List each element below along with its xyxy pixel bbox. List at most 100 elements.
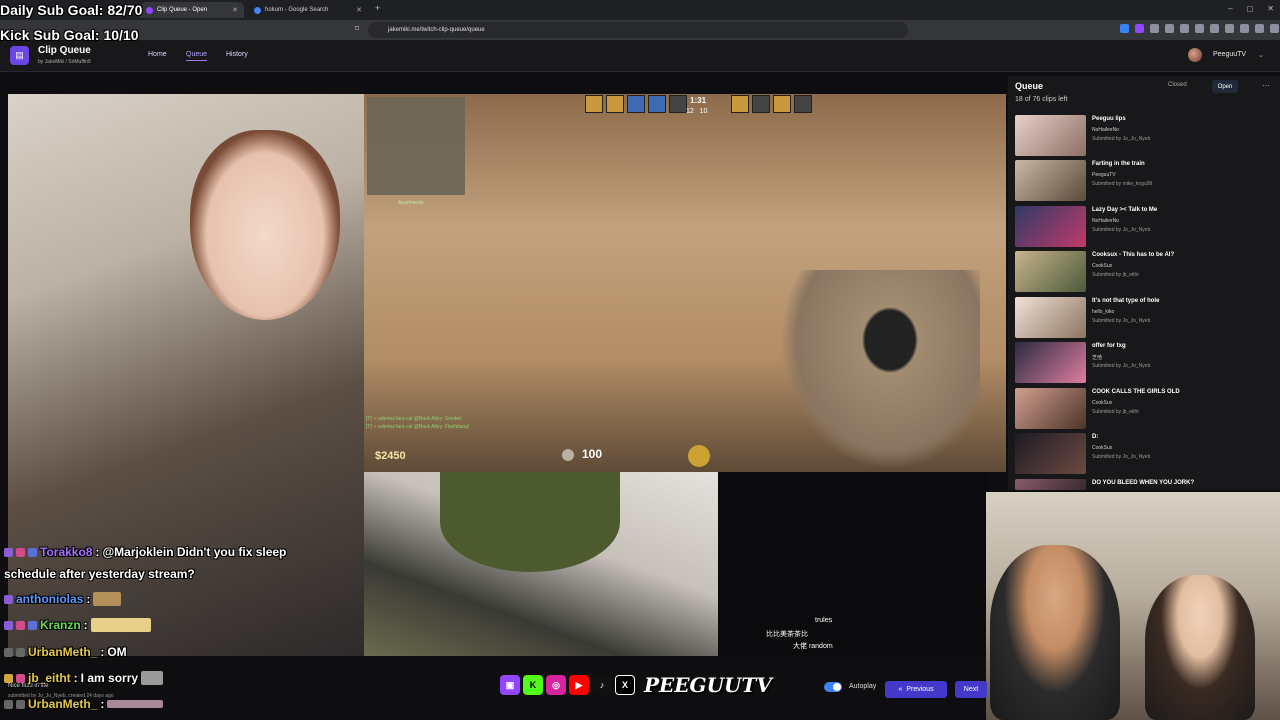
brand-logo: PEEGUUTV [644,673,772,697]
url-field[interactable]: jakemiki.me/twitch-clip-queue/queue [368,22,908,38]
queue-item[interactable]: Farting in the train PeeguuTV Submitted … [1015,160,1275,202]
clip-channel: 芝他 [1092,355,1103,361]
vip-badge-icon [28,620,37,630]
extension-icon[interactable] [1240,24,1249,33]
chevron-down-icon[interactable]: ⌄ [1258,51,1264,59]
kick-sub-goal: Kick Sub Goal: 10/10 [0,27,139,43]
clip-title: Lazy Day >< Talk to Me [1092,207,1158,213]
clip-submitter: Submitted by Jo_Jo_Nyeb [1092,363,1151,369]
queue-item[interactable]: offer for txg 芝他 Submitted by Jo_Jo_Nyeb [1015,342,1275,384]
user-name[interactable]: PeeguuTV [1213,51,1246,58]
queue-title: Queue [1015,81,1044,91]
previous-button[interactable]: « Previous [885,681,947,698]
extension-icon[interactable] [1120,24,1129,33]
instagram-icon: ◎ [546,675,566,695]
minimize-icon[interactable]: – [1228,4,1232,13]
extension-icon[interactable] [1165,24,1174,33]
clip-submitter: Submitted by jb_eitht [1092,409,1139,415]
tab-clip-queue[interactable]: Clip Queue - Open ✕ [140,2,244,18]
app-title: Clip Queue [38,45,91,56]
clip-title: DO YOU BLEED WHEN YOU JORK? [1092,480,1195,486]
chat-text: schedule after yesterday stream? [4,567,195,581]
next-label: Next [963,686,979,693]
nav-queue[interactable]: Queue [186,51,208,61]
chat-username: UrbanMeth_ [28,697,98,711]
queue-item[interactable]: D: CookSux Submitted by Jo_Jo_Nyeb [1015,433,1275,475]
extension-icon[interactable] [1270,24,1279,33]
round-timer: 1:31 [690,96,707,105]
nav-home[interactable]: Home [148,51,167,58]
maximize-icon[interactable]: ◻ [1247,4,1254,13]
clip-title: offer for txg [1092,343,1126,349]
next-button[interactable]: Next [955,681,987,698]
chat-username: anthoniolas [16,592,84,606]
chat-separator: : [83,618,88,632]
queue-item[interactable]: It's not that type of hole hello_kiko Su… [1015,297,1275,339]
daily-sub-goal: Daily Sub Goal: 82/70 [0,2,143,18]
extension-icon[interactable] [1210,24,1219,33]
queue-item[interactable]: Cooksux - This has to be AI? CookSux Sub… [1015,251,1275,293]
bookmark-icon[interactable]: ⌑ [355,24,359,33]
extension-icon[interactable] [1195,24,1204,33]
clip-channel: CookSux [1092,445,1113,451]
score-t: 10 [699,108,708,115]
killfeed-line: [T] » calentul fara cal @Back Alley: Smo… [366,416,462,422]
close-window-icon[interactable]: ✕ [1267,4,1274,13]
player-portrait [752,95,770,113]
extension-icon[interactable] [1225,24,1234,33]
app-subtitle: by JakeMiki / SirMuffin9 [38,59,91,65]
clip-thumbnail [1015,479,1086,490]
clip-submitter: Submitted by mike_kogu99 [1092,181,1153,187]
clip-queue-logo-icon[interactable]: ▤ [10,46,29,65]
queue-count: 18 of 76 clips left [1015,96,1068,103]
health-icon [562,449,574,461]
chat-emote [141,671,164,685]
nav-history[interactable]: History [226,51,248,58]
queue-item[interactable]: COOK CALLS THE GIRLS OLD CookSux Submitt… [1015,388,1275,430]
chat-username: Kranzn [40,618,81,632]
new-tab-icon[interactable]: + [375,3,380,13]
clip-channel: NoHaileeNo [1092,127,1119,133]
player-portrait [794,95,812,113]
clip-thumbnail [1015,115,1086,156]
clip-title: Farting in the train [1092,161,1145,167]
chat-text: OM [107,645,127,659]
queue-closed-button[interactable]: Closed [1168,82,1187,88]
user-avatar[interactable] [1188,48,1202,62]
queue-item[interactable]: Peeguu lips NoHaileeNo Submitted by Jo_J… [1015,115,1275,157]
person-left [990,545,1120,720]
queue-item[interactable]: Lazy Day >< Talk to Me NoHaileeNo Submit… [1015,206,1275,248]
money-display: $2450 [375,450,406,462]
queue-open-button[interactable]: Open [1212,80,1238,93]
clip-channel: hello_kiko [1092,309,1115,315]
close-tab-icon[interactable]: ✕ [356,6,362,14]
tab-google-search[interactable]: hokum - Google Search ✕ [248,2,368,18]
player-portrait [648,95,666,113]
player-portrait [627,95,645,113]
window-controls: – ◻ ✕ [1228,4,1274,13]
extension-icon[interactable] [1255,24,1264,33]
chat-message: UrbanMeth_ : OM [4,645,127,659]
extension-icon[interactable] [1135,24,1144,33]
youtube-icon: ▶ [569,675,589,695]
chat-message: UrbanMeth_ : [4,697,164,711]
player-portrait [606,95,624,113]
queue-item[interactable]: DO YOU BLEED WHEN YOU JORK? [1015,479,1275,490]
clip-thumbnail [1015,342,1086,383]
extension-icon[interactable] [1180,24,1189,33]
tiktok-icon: ♪ [592,675,612,695]
clip-title: Peeguu lips [1092,116,1126,122]
close-tab-icon[interactable]: ✕ [232,6,238,14]
chat-separator: : [95,545,100,559]
chat-message: Torakko8 : @Marjoklein Didn't you fix sl… [4,545,286,559]
mini-chat-line: trules [815,617,833,624]
chat-separator: : [100,697,105,711]
chat-emote [90,618,151,632]
extension-icon[interactable] [1150,24,1159,33]
streamer-face [190,130,340,320]
more-options-icon[interactable]: ⋯ [1262,81,1270,90]
clip-submitter: Submitted by Jo_Jo_Nyeb [1092,136,1151,142]
kick-icon: K [523,675,543,695]
autoplay-toggle[interactable] [824,682,842,692]
player-portrait [773,95,791,113]
